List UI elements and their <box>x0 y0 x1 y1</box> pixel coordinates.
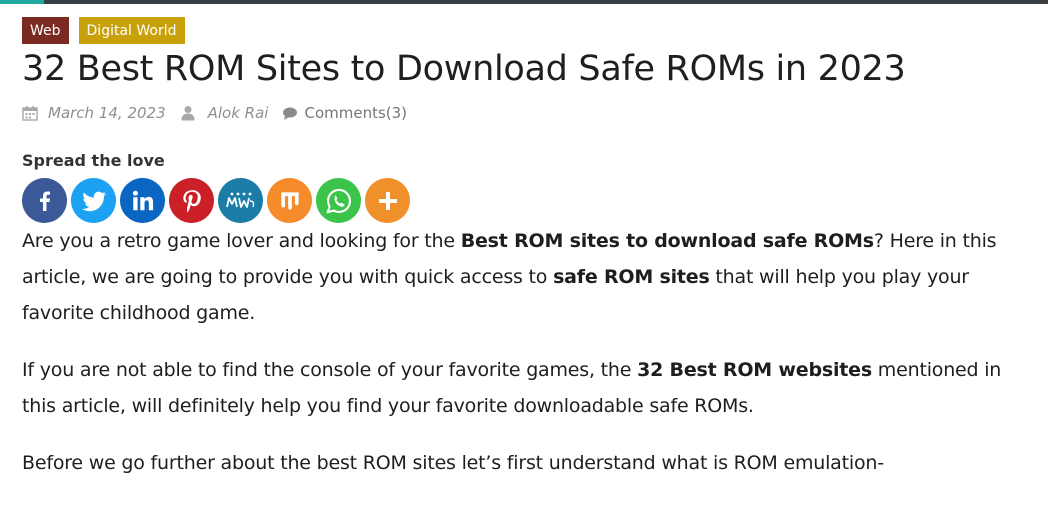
article-title: 32 Best ROM Sites to Download Safe ROMs … <box>22 49 906 89</box>
p2-text-1: If you are not able to find the console … <box>22 359 638 381</box>
p2-bold-1: 32 Best ROM websites <box>637 359 872 381</box>
category-web[interactable]: Web <box>22 17 69 44</box>
share-buttons <box>22 178 1032 223</box>
post-author: Alok Rai <box>180 104 269 122</box>
plus-icon <box>378 191 397 210</box>
share-more-button[interactable] <box>365 178 410 223</box>
spread-the-love-heading: Spread the love <box>22 151 165 170</box>
twitter-icon <box>81 191 106 211</box>
top-bar <box>0 0 1048 4</box>
paragraph-intro: Are you a retro game lover and looking f… <box>22 223 1032 331</box>
category-tags: Web Digital World <box>22 17 1032 44</box>
paragraph-third: Before we go further about the best ROM … <box>22 452 884 474</box>
user-icon <box>181 106 195 121</box>
share-pinterest-button[interactable] <box>169 178 214 223</box>
calendar-icon <box>22 106 38 121</box>
mix-icon <box>280 191 299 210</box>
share-mewe-button[interactable] <box>218 178 263 223</box>
top-bar-accent <box>0 0 44 4</box>
share-mix-button[interactable] <box>267 178 312 223</box>
post-date: March 14, 2023 <box>22 104 166 122</box>
comment-icon <box>283 107 298 120</box>
post-comments-text[interactable]: Comments(3) <box>304 104 407 122</box>
category-digital-world[interactable]: Digital World <box>78 17 185 44</box>
p1-text-1: Are you a retro game lover and looking f… <box>22 230 461 252</box>
share-linkedin-button[interactable] <box>120 178 165 223</box>
pinterest-icon <box>182 189 201 212</box>
post-comments: Comments(3) <box>282 104 407 122</box>
article-body: Are you a retro game lover and looking f… <box>22 223 1032 481</box>
share-twitter-button[interactable] <box>71 178 116 223</box>
share-whatsapp-button[interactable] <box>316 178 361 223</box>
article: Web Digital World 32 Best ROM Sites to D… <box>22 17 1032 502</box>
paragraph-second: If you are not able to find the console … <box>22 352 1032 424</box>
post-author-text[interactable]: Alok Rai <box>208 104 269 122</box>
article-meta: March 14, 2023 Alok Rai Comments(3) <box>22 102 1032 124</box>
linkedin-icon <box>132 190 153 210</box>
whatsapp-icon <box>325 188 351 214</box>
share-facebook-button[interactable] <box>22 178 67 223</box>
facebook-icon <box>39 191 50 211</box>
mewe-icon <box>225 192 254 208</box>
p1-bold-1: Best ROM sites to download safe ROMs <box>460 230 874 252</box>
p1-bold-2: safe ROM sites <box>553 266 710 288</box>
post-date-text[interactable]: March 14, 2023 <box>48 104 166 122</box>
